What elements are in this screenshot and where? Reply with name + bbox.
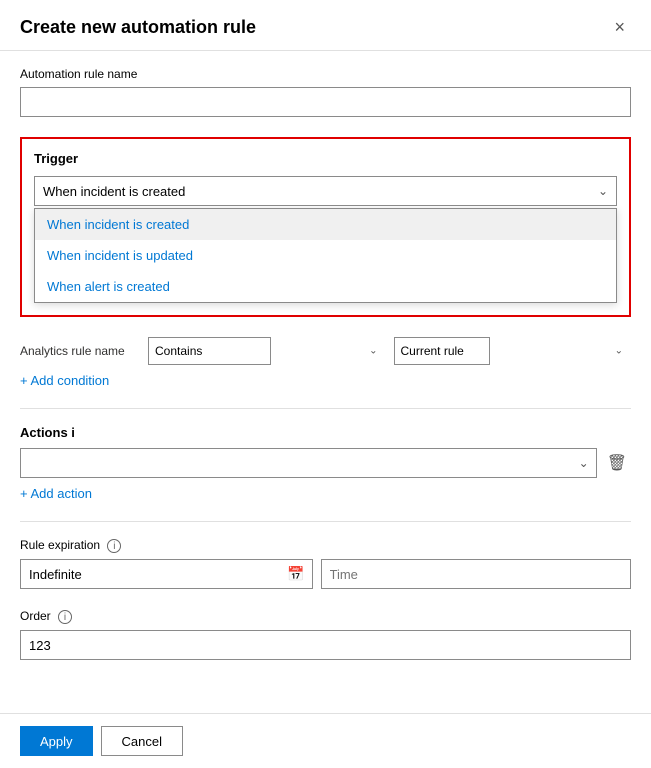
condition-value-chevron-icon: ⌄ (615, 346, 623, 357)
apply-button[interactable]: Apply (20, 726, 93, 756)
trigger-option-updated[interactable]: When incident is updated (35, 240, 616, 271)
automation-rule-name-group: Automation rule name (20, 67, 631, 117)
order-label: Order i (20, 609, 631, 624)
actions-section: Actions i ⌄ 🗑 + Add action (20, 425, 631, 501)
cancel-button[interactable]: Cancel (101, 726, 183, 756)
close-button[interactable]: × (608, 16, 631, 38)
order-info-icon: i (58, 610, 72, 624)
rule-expiration-group: Rule expiration i 📅 (20, 538, 631, 589)
conditions-row: Analytics rule name Contains Does not co… (20, 337, 631, 365)
automation-rule-name-label: Automation rule name (20, 67, 631, 81)
rule-expiration-label: Rule expiration i (20, 538, 631, 553)
actions-info-icon: i (71, 425, 75, 440)
divider-1 (20, 408, 631, 409)
expiration-time-input[interactable] (321, 559, 632, 589)
order-input[interactable] (20, 630, 631, 660)
trigger-section: Trigger When incident is created ⌄ When … (20, 137, 631, 317)
trigger-option-created[interactable]: When incident is created (35, 209, 616, 240)
trigger-option-alert[interactable]: When alert is created (35, 271, 616, 302)
create-automation-rule-dialog: Create new automation rule × Automation … (0, 0, 651, 768)
condition-operator-chevron-icon: ⌄ (369, 346, 377, 357)
trigger-select-container: When incident is created ⌄ When incident… (34, 176, 617, 303)
actions-select-wrap: ⌄ (20, 448, 597, 478)
rule-expiration-row: 📅 (20, 559, 631, 589)
trigger-select-box[interactable]: When incident is created ⌄ (34, 176, 617, 206)
dialog-body: Automation rule name Trigger When incide… (0, 51, 651, 713)
automation-rule-name-input[interactable] (20, 87, 631, 117)
condition-value-select[interactable]: Current rule (394, 337, 490, 365)
trigger-dropdown: When incident is created When incident i… (34, 208, 617, 303)
expiration-date-input[interactable] (20, 559, 313, 589)
order-group: Order i (20, 609, 631, 660)
divider-2 (20, 521, 631, 522)
delete-action-button[interactable]: 🗑 (603, 451, 631, 475)
dialog-title: Create new automation rule (20, 17, 256, 38)
trigger-chevron-icon: ⌄ (598, 184, 608, 198)
condition-field-label: Analytics rule name (20, 344, 140, 358)
actions-select[interactable] (20, 448, 597, 478)
trigger-label: Trigger (34, 151, 617, 166)
condition-value-wrap: Current rule ⌄ (394, 337, 632, 365)
dialog-footer: Apply Cancel (0, 713, 651, 768)
trigger-selected-value: When incident is created (43, 184, 598, 199)
conditions-section: Analytics rule name Contains Does not co… (20, 337, 631, 388)
condition-operator-wrap: Contains Does not contain Equals Does no… (148, 337, 386, 365)
expiration-date-wrap: 📅 (20, 559, 313, 589)
dialog-header: Create new automation rule × (0, 0, 651, 51)
add-action-button[interactable]: + Add action (20, 486, 92, 501)
actions-row: ⌄ 🗑 (20, 448, 631, 478)
actions-label: Actions i (20, 425, 631, 440)
add-condition-button[interactable]: + Add condition (20, 373, 109, 388)
condition-operator-select[interactable]: Contains Does not contain Equals Does no… (148, 337, 271, 365)
rule-expiration-info-icon: i (107, 539, 121, 553)
